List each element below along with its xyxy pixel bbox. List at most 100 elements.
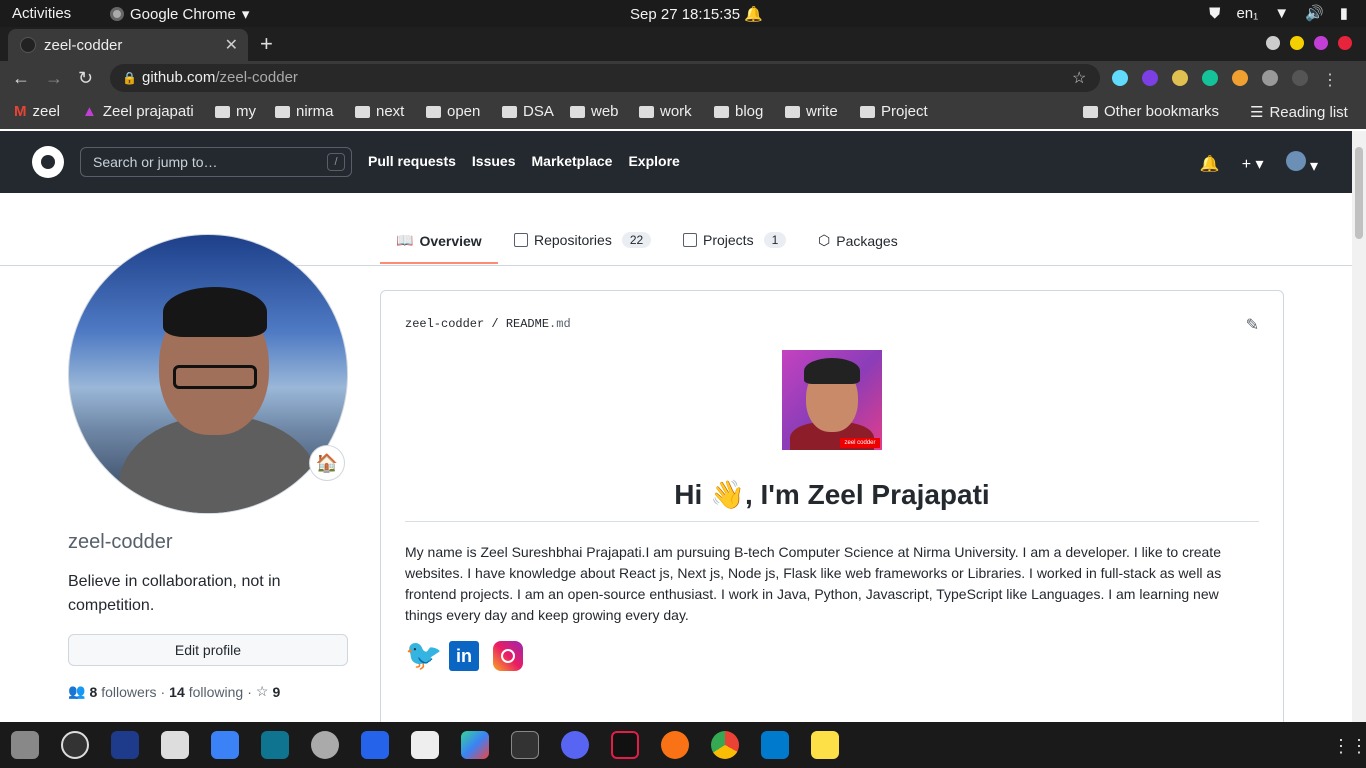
followers-count[interactable]: 8 — [89, 684, 97, 700]
calendar-icon[interactable] — [411, 731, 439, 759]
bookmark-label: next — [376, 103, 405, 120]
bookmark-label: open — [447, 103, 481, 120]
system-tray[interactable]: ⛊ en₁ ▼ 🔊 ▮ — [1209, 4, 1348, 23]
react-devtools-icon[interactable] — [1112, 70, 1128, 86]
notifications-bell-icon[interactable]: 🔔 — [1200, 154, 1220, 174]
notes-icon[interactable] — [811, 731, 839, 759]
vscode-icon[interactable] — [761, 731, 789, 759]
search-placeholder: Search or jump to… — [93, 154, 218, 170]
bookmark-folder-project[interactable]: Project — [860, 103, 928, 120]
monitor-icon[interactable] — [261, 731, 289, 759]
bookmark-zeel-prajapati[interactable]: ▲ Zeel prajapati — [82, 103, 194, 120]
scrollbar-thumb[interactable] — [1355, 147, 1363, 239]
instagram-icon[interactable] — [493, 641, 523, 671]
more-icon[interactable]: ⋮ — [1322, 70, 1338, 89]
bookmark-folder-blog[interactable]: blog — [714, 103, 763, 120]
clock[interactable]: Sep 27 18:15:35 🔔 — [630, 5, 763, 23]
activities-button[interactable]: Activities — [12, 5, 71, 22]
postman-icon[interactable] — [661, 731, 689, 759]
file-manager-icon[interactable] — [361, 731, 389, 759]
reload-icon[interactable]: ↻ — [78, 68, 93, 89]
puzzle-icon[interactable] — [1262, 70, 1278, 86]
discord-icon[interactable] — [561, 731, 589, 759]
create-new-dropdown[interactable]: + ▾ — [1242, 154, 1264, 174]
user-menu-dropdown[interactable]: ▾ — [1285, 151, 1318, 176]
readme-owner[interactable]: zeel-codder — [405, 317, 484, 331]
url-input[interactable]: 🔒 github.com/zeel-codder — [110, 64, 1100, 92]
avatar-hair — [804, 358, 860, 384]
minimize-button[interactable] — [1290, 36, 1304, 50]
bookmark-folder-nirma[interactable]: nirma — [275, 103, 334, 120]
play-store-icon[interactable] — [461, 731, 489, 759]
edit-profile-button[interactable]: Edit profile — [68, 634, 348, 666]
intellij-icon[interactable] — [611, 731, 639, 759]
profile-bio: Believe in collaboration, not in competi… — [68, 573, 281, 614]
extension-icon[interactable] — [1172, 70, 1188, 86]
window-menu-button[interactable] — [1266, 36, 1280, 50]
forward-arrow-icon[interactable]: → — [45, 68, 63, 89]
app-menu[interactable]: Google Chrome ▾ — [110, 5, 249, 23]
tab-label: Overview — [419, 232, 482, 249]
followers-label[interactable]: followers — [101, 684, 156, 700]
tab-repositories[interactable]: Repositories 22 — [514, 232, 652, 248]
chevron-down-icon: ▾ — [241, 6, 250, 23]
close-icon[interactable]: ✕ — [225, 35, 238, 55]
bookmark-zeel[interactable]: Mzeel — [14, 103, 60, 120]
maximize-button[interactable] — [1314, 36, 1328, 50]
reading-list[interactable]: ☰ Reading list — [1250, 103, 1348, 122]
extension-icon[interactable] — [1142, 70, 1158, 86]
back-arrow-icon[interactable]: ← — [12, 68, 30, 89]
tab-projects[interactable]: Projects 1 — [683, 232, 787, 248]
profile-icon[interactable] — [1292, 70, 1308, 86]
close-window-button[interactable] — [1338, 36, 1352, 50]
bookmark-star-icon[interactable]: ☆ — [1072, 68, 1086, 88]
bell-icon: 🔔 — [744, 6, 763, 23]
page-scrollbar[interactable] — [1352, 131, 1366, 722]
bookmark-folder-dsa[interactable]: DSA — [502, 103, 554, 120]
document-viewer-icon[interactable] — [161, 731, 189, 759]
status-badge[interactable]: 🏠 — [309, 445, 345, 481]
folder-icon — [860, 105, 875, 118]
warp-icon[interactable] — [111, 731, 139, 759]
social-links: 🐦 in — [405, 641, 523, 671]
bookmark-folder-work[interactable]: work — [639, 103, 692, 120]
bookmark-folder-next[interactable]: next — [355, 103, 404, 120]
github-logo-icon[interactable] — [32, 146, 64, 178]
camera-app-icon[interactable] — [11, 731, 39, 759]
edit-pencil-icon[interactable]: ✎ — [1246, 315, 1259, 335]
nav-issues[interactable]: Issues — [472, 153, 516, 169]
language-indicator[interactable]: en₁ — [1236, 5, 1258, 22]
following-count[interactable]: 14 — [169, 684, 185, 700]
search-input[interactable]: Search or jump to… / — [80, 147, 352, 177]
tab-counter: 22 — [621, 232, 652, 248]
linkedin-icon[interactable]: in — [449, 641, 479, 671]
tab-overview[interactable]: 📖 Overview — [396, 232, 482, 249]
chrome-icon[interactable] — [711, 731, 739, 759]
mail-icon[interactable] — [211, 731, 239, 759]
stars-count[interactable]: 9 — [272, 684, 280, 700]
new-tab-button[interactable]: + — [260, 31, 273, 57]
show-apps-grid-icon[interactable]: ⋮⋮⋮ — [1332, 736, 1366, 757]
bookmark-folder-open[interactable]: open — [426, 103, 480, 120]
obs-icon[interactable] — [61, 731, 89, 759]
nav-explore[interactable]: Explore — [628, 153, 679, 169]
avatar-glasses — [173, 365, 257, 389]
browser-tab[interactable]: zeel-codder ✕ — [8, 29, 248, 61]
bookmark-folder-write[interactable]: write — [785, 103, 838, 120]
bookmark-folder-web[interactable]: web — [570, 103, 619, 120]
nav-pull-requests[interactable]: Pull requests — [368, 153, 456, 169]
bookmarks-bar: Mzeel ▲ Zeel prajapati my nirma next open… — [0, 95, 1366, 129]
nav-marketplace[interactable]: Marketplace — [532, 153, 613, 169]
extension-icon[interactable] — [1232, 70, 1248, 86]
terminal-icon[interactable] — [511, 731, 539, 759]
readme-file[interactable]: README — [506, 317, 549, 331]
settings-gear-icon[interactable] — [311, 731, 339, 759]
grammarly-icon[interactable] — [1202, 70, 1218, 86]
other-bookmarks[interactable]: Other bookmarks — [1083, 103, 1219, 120]
twitter-icon[interactable]: 🐦 — [405, 641, 442, 671]
following-label[interactable]: following — [189, 684, 243, 700]
profile-avatar[interactable] — [68, 234, 348, 514]
shield-icon: ⛊ — [1209, 4, 1221, 22]
tab-packages[interactable]: ⬡ Packages — [818, 232, 898, 249]
bookmark-folder-my[interactable]: my — [215, 103, 256, 120]
